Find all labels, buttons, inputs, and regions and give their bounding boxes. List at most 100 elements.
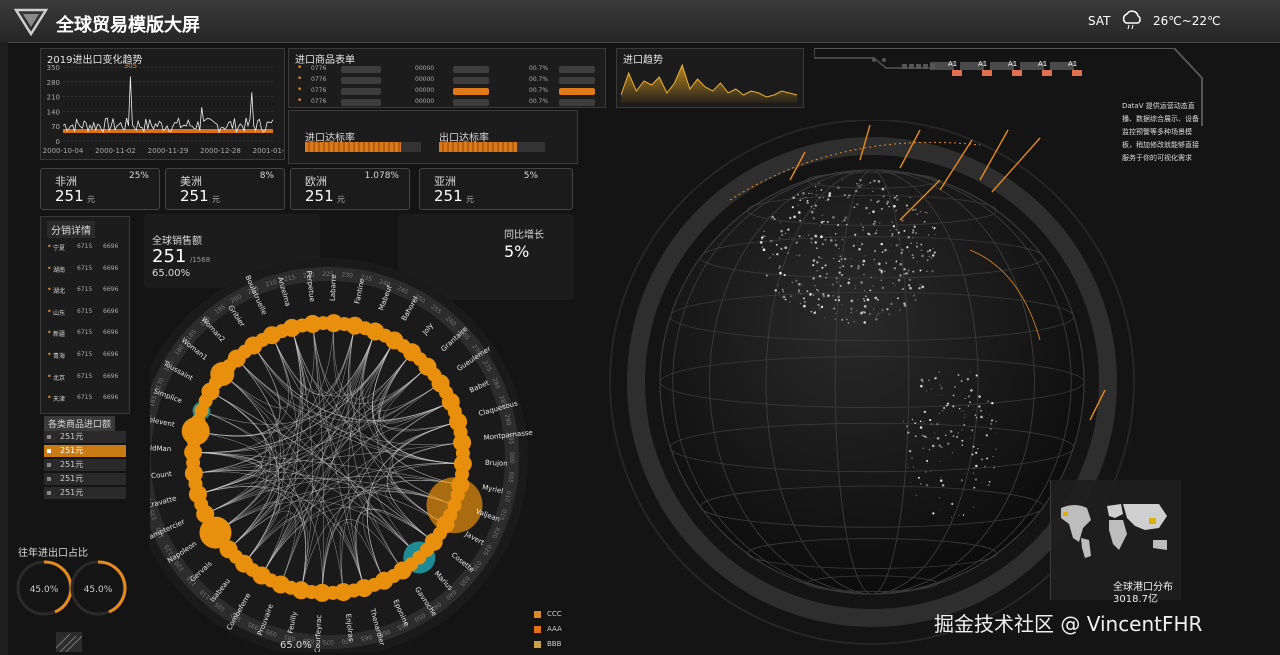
city-light <box>861 184 863 186</box>
goods-bar <box>341 99 381 106</box>
import-trend-area-chart <box>621 63 798 103</box>
city-light <box>938 496 941 499</box>
city-light <box>911 254 914 257</box>
distribution-title: 分销详情 <box>47 221 95 238</box>
distribution-row[interactable]: • 山东 6715 6696 <box>47 307 127 330</box>
distribution-value-a: 6715 <box>77 243 93 250</box>
city-light <box>835 277 838 280</box>
goods-code: 0776 <box>311 98 327 105</box>
city-light <box>854 285 856 286</box>
distribution-row[interactable]: • 新疆 6715 6696 <box>47 328 127 351</box>
legend-swatch <box>534 640 541 648</box>
category-import-row[interactable]: 251元 <box>44 445 126 457</box>
city-light <box>973 408 975 410</box>
city-light <box>850 307 853 310</box>
city-light <box>841 239 843 241</box>
city-light <box>885 262 888 264</box>
city-light <box>897 231 900 234</box>
city-light <box>880 279 883 281</box>
goods-bullet: • <box>297 63 303 73</box>
city-light <box>860 281 863 284</box>
city-light <box>961 439 964 442</box>
region-card[interactable]: 亚洲 5% 251 元 <box>419 168 573 210</box>
city-light <box>912 208 915 212</box>
city-light <box>881 207 883 210</box>
export-rate-track <box>517 142 545 152</box>
city-light <box>934 377 937 380</box>
distribution-row[interactable]: • 湖南 6715 6696 <box>47 264 127 287</box>
city-light <box>832 295 834 297</box>
category-import-row[interactable]: 251元 <box>44 473 126 485</box>
city-light <box>918 287 921 290</box>
city-light <box>809 293 812 296</box>
city-light <box>862 263 865 266</box>
city-light <box>870 199 873 202</box>
city-light <box>960 411 961 412</box>
city-light <box>863 299 866 302</box>
city-light <box>974 437 975 439</box>
city-light <box>883 270 886 273</box>
distribution-row[interactable]: • 天津 6715 6696 <box>47 393 127 416</box>
distribution-name: 宁夏 <box>53 245 66 252</box>
city-light <box>951 517 952 518</box>
globe-tab-label: A1 <box>978 60 988 68</box>
distribution-row[interactable]: • 湖北 6715 6696 <box>47 285 127 308</box>
globe-tab[interactable]: A1 <box>1050 60 1082 76</box>
city-light <box>930 257 933 259</box>
category-import-row[interactable]: 251元 <box>44 459 126 471</box>
city-light <box>895 285 896 287</box>
city-light <box>837 295 840 299</box>
y-tick-label: 280 <box>47 79 60 87</box>
distribution-row[interactable]: • 青海 6715 6696 <box>47 350 127 373</box>
city-light <box>909 286 912 290</box>
globe-tab[interactable]: A1 <box>1020 60 1052 76</box>
city-light <box>821 257 823 260</box>
city-light <box>857 184 859 186</box>
globe-tab-label: A1 <box>948 60 958 68</box>
city-light <box>801 283 803 286</box>
city-light <box>843 219 846 222</box>
city-light <box>772 253 774 256</box>
goods-row: • 0776 00000 00.7% <box>297 85 597 97</box>
city-light <box>932 254 935 257</box>
region-card[interactable]: 非洲 25% 251 元 <box>40 168 160 210</box>
legend-label: BBB <box>547 640 562 648</box>
distribution-row[interactable]: • 宁夏 6715 6696 <box>47 242 127 265</box>
city-light <box>875 317 878 321</box>
region-card[interactable]: 欧洲 1.078% 251 元 <box>290 168 410 210</box>
city-light <box>895 243 899 247</box>
ring-tick-label: 230 <box>341 271 353 279</box>
city-light <box>814 311 816 313</box>
distribution-name: 湖北 <box>53 288 66 296</box>
city-light <box>863 290 865 292</box>
city-light <box>928 255 930 257</box>
city-light <box>796 254 798 256</box>
category-import-row[interactable]: 251元 <box>44 487 126 499</box>
city-light <box>886 200 890 204</box>
city-light <box>896 297 899 300</box>
header-bar: 全球贸易模版大屏 SAT 26℃~22℃ <box>0 0 1280 43</box>
city-light <box>795 241 798 244</box>
sales-title: 全球销售额 <box>152 236 202 247</box>
city-light <box>932 247 934 249</box>
globe-tab[interactable]: A1 <box>990 60 1022 76</box>
city-light <box>919 426 923 429</box>
category-import-row[interactable]: 251元 <box>44 431 126 443</box>
globe-tab[interactable]: A1 <box>960 60 992 76</box>
city-light <box>818 182 820 185</box>
region-card[interactable]: 美洲 8% 251 元 <box>165 168 285 210</box>
city-light <box>854 189 858 193</box>
city-light <box>884 248 887 252</box>
city-light <box>835 313 837 315</box>
city-light <box>819 225 822 227</box>
distribution-row[interactable]: • 北京 6715 6696 <box>47 372 127 395</box>
region-unit: 元 <box>466 195 474 204</box>
globe-tab-label: A1 <box>1008 60 1018 68</box>
city-light <box>847 322 849 324</box>
rates-panel: 进口达标率 出口达标率 <box>288 110 578 164</box>
city-light <box>791 281 793 284</box>
y-tick-label: 70 <box>51 123 60 131</box>
city-light <box>933 227 936 230</box>
goods-bar <box>453 66 489 73</box>
globe-tab-dot <box>902 64 907 69</box>
